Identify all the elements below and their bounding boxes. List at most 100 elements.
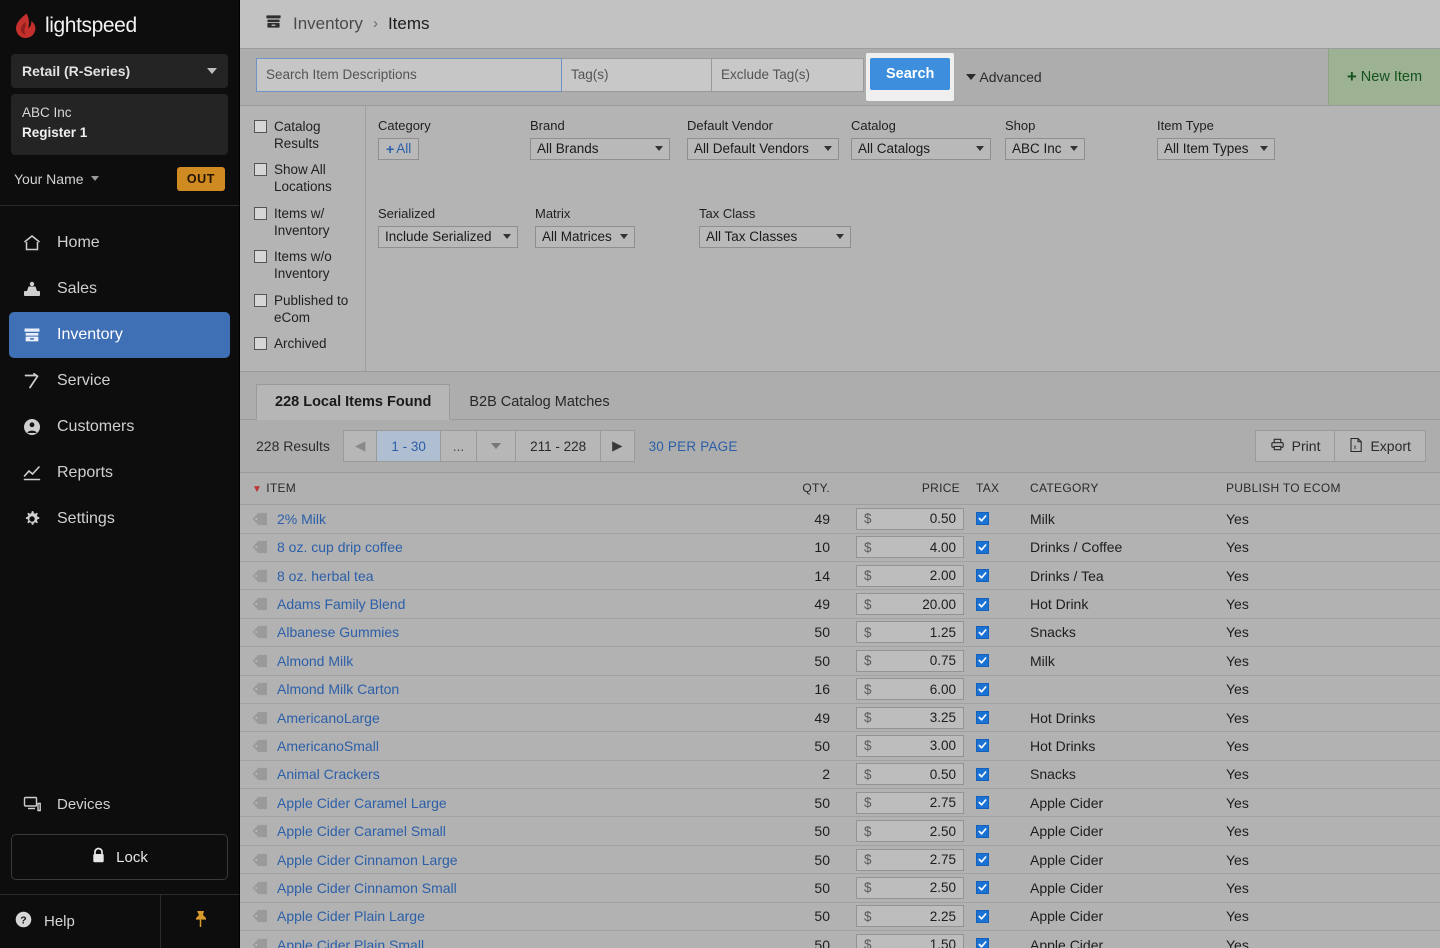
sidebar-item-devices[interactable]: Devices: [0, 782, 239, 826]
help-button[interactable]: ? Help: [0, 895, 161, 948]
page-dropdown[interactable]: [476, 430, 517, 463]
checkbox-box[interactable]: [254, 337, 267, 351]
table-row[interactable]: Albanese Gummies 50 $1.25 Snacks Yes: [240, 618, 1440, 648]
sidebar-item-home[interactable]: Home: [9, 220, 230, 266]
pin-button[interactable]: [161, 895, 239, 948]
exclude-tags-input[interactable]: Exclude Tag(s): [712, 57, 864, 92]
register-panel[interactable]: ABC Inc Register 1: [11, 94, 228, 155]
tax-checkbox[interactable]: [976, 512, 989, 526]
clock-status-badge[interactable]: OUT: [176, 166, 225, 191]
table-row[interactable]: Adams Family Blend 49 $20.00 Hot Drink Yes: [240, 589, 1440, 619]
price-input[interactable]: $20.00: [856, 593, 964, 616]
checkbox-box[interactable]: [254, 293, 267, 307]
user-menu[interactable]: Your Name OUT: [0, 155, 239, 205]
price-input[interactable]: $2.25: [856, 905, 964, 928]
tags-input[interactable]: Tag(s): [562, 57, 712, 92]
tax-checkbox[interactable]: [976, 625, 989, 639]
matrix-select[interactable]: All Matrices: [535, 225, 635, 248]
table-row[interactable]: AmericanoLarge 49 $3.25 Hot Drinks Yes: [240, 703, 1440, 733]
checkbox-show-all-locations[interactable]: Show All Locations: [254, 161, 365, 196]
tax-checkbox[interactable]: [976, 597, 989, 611]
default-vendor-select[interactable]: All Default Vendors: [687, 137, 839, 160]
checkbox-archived[interactable]: Archived: [254, 335, 365, 352]
table-row[interactable]: 8 oz. herbal tea 14 $2.00 Drinks / Tea Yes: [240, 561, 1440, 591]
item-link[interactable]: 8 oz. cup drip coffee: [277, 539, 403, 555]
prev-page-button[interactable]: ◀: [342, 430, 378, 463]
tax-checkbox[interactable]: [976, 853, 989, 867]
price-input[interactable]: $2.75: [856, 848, 964, 871]
item-link[interactable]: Apple Cider Cinnamon Large: [277, 852, 458, 868]
next-page-button[interactable]: ▶: [600, 430, 635, 463]
page-current[interactable]: 1 - 30: [376, 430, 441, 463]
tax-checkbox[interactable]: [976, 824, 989, 838]
price-input[interactable]: $1.50: [856, 933, 964, 948]
print-button[interactable]: Print: [1254, 430, 1336, 463]
tax-checkbox[interactable]: [976, 654, 989, 668]
table-row[interactable]: 2% Milk 49 $0.50 Milk Yes: [240, 504, 1440, 534]
checkbox-items-without-inventory[interactable]: Items w/o Inventory: [254, 248, 365, 283]
column-header-tax[interactable]: TAX: [968, 473, 1030, 506]
tax-class-select[interactable]: All Tax Classes: [699, 225, 851, 248]
sidebar-item-reports[interactable]: Reports: [9, 450, 230, 496]
sidebar-item-sales[interactable]: Sales: [9, 266, 230, 312]
tax-checkbox[interactable]: [976, 938, 989, 948]
brand-select[interactable]: All Brands: [530, 137, 670, 160]
item-link[interactable]: 2% Milk: [277, 511, 326, 527]
item-link[interactable]: Albanese Gummies: [277, 624, 399, 640]
item-link[interactable]: Apple Cider Cinnamon Small: [277, 880, 457, 896]
item-link[interactable]: Animal Crackers: [277, 766, 380, 782]
tax-checkbox[interactable]: [976, 682, 989, 696]
page-last[interactable]: 211 - 228: [515, 430, 602, 463]
tax-checkbox[interactable]: [976, 767, 989, 781]
item-link[interactable]: Almond Milk: [277, 653, 353, 669]
tax-checkbox[interactable]: [976, 569, 989, 583]
checkbox-items-with-inventory[interactable]: Items w/ Inventory: [254, 205, 365, 240]
table-row[interactable]: Apple Cider Plain Large 50 $2.25 Apple Cide…: [240, 902, 1440, 932]
sidebar-item-service[interactable]: Service: [9, 358, 230, 404]
price-input[interactable]: $0.50: [856, 763, 964, 786]
price-input[interactable]: $2.75: [856, 791, 964, 814]
column-header-publish[interactable]: PUBLISH TO ECOM: [1226, 473, 1440, 506]
item-link[interactable]: Apple Cider Plain Small: [277, 937, 424, 948]
checkbox-published-to-ecom[interactable]: Published to eCom: [254, 292, 365, 327]
table-row[interactable]: Apple Cider Caramel Large 50 $2.75 Apple Ci…: [240, 788, 1440, 818]
checkbox-box[interactable]: [254, 163, 267, 177]
checkbox-box[interactable]: [254, 250, 267, 264]
search-button[interactable]: Search: [870, 57, 951, 90]
table-row[interactable]: Almond Milk Carton 16 $6.00 Yes: [240, 675, 1440, 704]
price-input[interactable]: $3.00: [856, 734, 964, 757]
item-link[interactable]: 8 oz. herbal tea: [277, 568, 374, 584]
lock-button[interactable]: Lock: [11, 834, 228, 880]
item-link[interactable]: Apple Cider Caramel Large: [277, 795, 447, 811]
column-header-category[interactable]: CATEGORY: [1030, 473, 1226, 506]
product-selector[interactable]: Retail (R-Series): [11, 54, 228, 88]
item-link[interactable]: Apple Cider Plain Large: [277, 908, 425, 924]
checkbox-box[interactable]: [254, 119, 267, 133]
table-row[interactable]: 8 oz. cup drip coffee 10 $4.00 Drinks / Cof…: [240, 533, 1440, 562]
item-type-select[interactable]: All Item Types: [1157, 137, 1275, 160]
table-row[interactable]: Apple Cider Caramel Small 50 $2.50 Apple Ci…: [240, 816, 1440, 846]
new-item-button[interactable]: + New Item: [1327, 48, 1440, 105]
item-link[interactable]: Almond Milk Carton: [277, 681, 399, 697]
advanced-toggle[interactable]: Advanced: [966, 49, 1042, 105]
table-row[interactable]: Apple Cider Plain Small 50 $1.50 Apple Cide…: [240, 930, 1440, 948]
item-link[interactable]: AmericanoSmall: [277, 738, 379, 754]
catalog-select[interactable]: All Catalogs: [851, 137, 991, 160]
price-input[interactable]: $0.50: [856, 507, 964, 530]
price-input[interactable]: $2.50: [856, 876, 964, 899]
table-row[interactable]: Almond Milk 50 $0.75 Milk Yes: [240, 646, 1440, 676]
export-button[interactable]: x Export: [1334, 430, 1426, 463]
tax-checkbox[interactable]: [976, 711, 989, 725]
column-header-qty[interactable]: QTY.: [660, 473, 850, 506]
price-input[interactable]: $3.25: [856, 706, 964, 729]
sidebar-item-inventory[interactable]: Inventory: [9, 311, 230, 358]
tax-checkbox[interactable]: [976, 881, 989, 895]
column-header-item[interactable]: ▼ ITEM: [240, 473, 660, 506]
breadcrumb-root[interactable]: Inventory: [293, 14, 363, 34]
tax-checkbox[interactable]: [976, 739, 989, 753]
column-header-price[interactable]: PRICE: [850, 473, 968, 506]
item-link[interactable]: Adams Family Blend: [277, 596, 405, 612]
sidebar-item-customers[interactable]: Customers: [9, 404, 230, 450]
tax-checkbox[interactable]: [976, 796, 989, 810]
serialized-select[interactable]: Include Serialized: [378, 225, 518, 248]
